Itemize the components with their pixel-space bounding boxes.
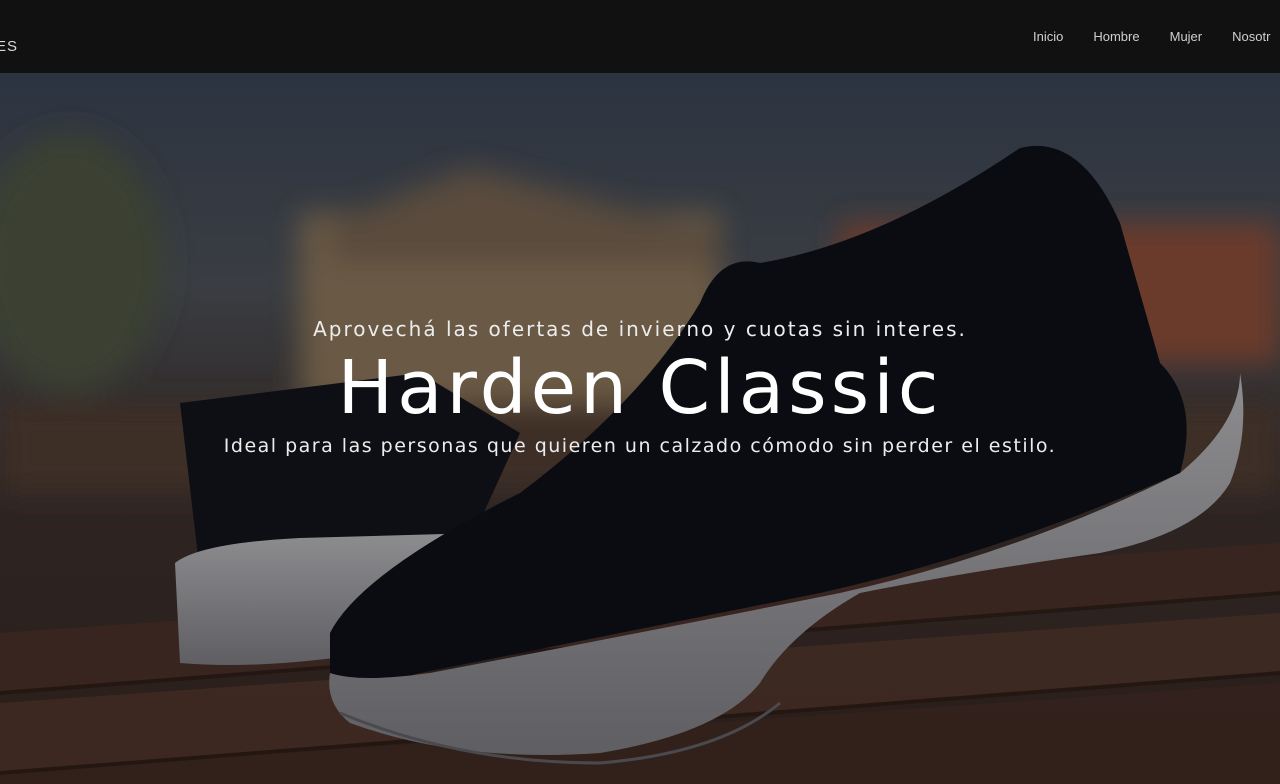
main-nav: Inicio Hombre Mujer Nosotr: [1018, 27, 1280, 47]
nav-item-nosotros[interactable]: Nosotr: [1217, 27, 1280, 47]
nav-item-inicio[interactable]: Inicio: [1018, 27, 1078, 47]
brand-logo-text[interactable]: ES: [0, 38, 18, 55]
nav-item-hombre[interactable]: Hombre: [1078, 27, 1154, 47]
top-navbar: ES Inicio Hombre Mujer Nosotr: [0, 0, 1280, 73]
hero-banner: Aprovechá las ofertas de invierno y cuot…: [0, 73, 1280, 784]
hero-content: Aprovechá las ofertas de invierno y cuot…: [0, 73, 1280, 784]
hero-subtitle: Aprovechá las ofertas de invierno y cuot…: [313, 317, 967, 341]
nav-item-mujer[interactable]: Mujer: [1155, 27, 1218, 47]
hero-description: Ideal para las personas que quieren un c…: [223, 435, 1057, 457]
hero-title: Harden Classic: [337, 345, 943, 431]
